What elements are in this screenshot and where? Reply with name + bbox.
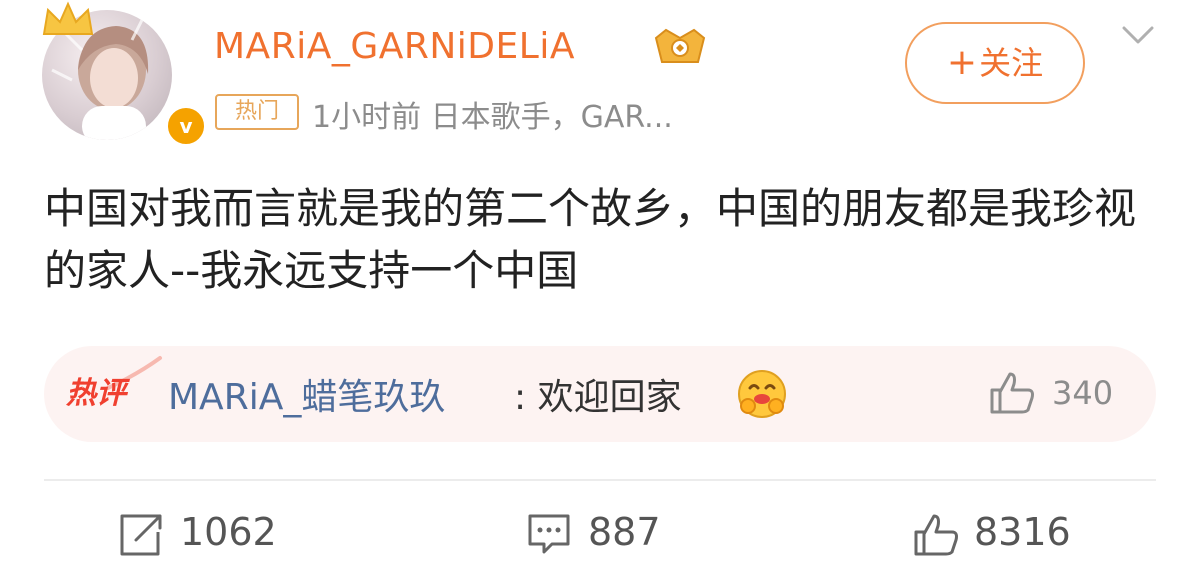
hot-comment-user[interactable]: MARiA_蜡笔玖玖 <box>168 368 445 420</box>
chevron-down-icon[interactable] <box>1118 20 1158 50</box>
plus-icon: + <box>946 42 978 83</box>
repost-button[interactable]: 1062 <box>118 506 318 562</box>
post-text: 中国对我而言就是我的第二个故乡，中国的朋友都是我珍视的家人--我永远支持一个中国 <box>44 184 1137 295</box>
like-button[interactable]: 8316 <box>912 506 1112 562</box>
hot-tag: 热门 <box>215 94 299 130</box>
hot-comment-badge: 热评 <box>66 376 126 411</box>
follow-button[interactable]: +关注 <box>905 22 1085 104</box>
comment-button[interactable]: 887 <box>526 506 686 562</box>
repost-count: 1062 <box>180 510 277 554</box>
thumbs-up-icon <box>914 514 958 556</box>
username[interactable]: MARiA_GARNiDELiA <box>214 26 575 67</box>
avatar-container[interactable]: v <box>38 1 208 148</box>
comment-icon <box>528 514 570 554</box>
post-meta: 1小时前 日本歌手，GAR... <box>312 100 673 135</box>
comment-count: 887 <box>588 510 661 554</box>
hot-comment-text: : 欢迎回家 <box>514 377 682 418</box>
verified-icon: v <box>164 104 208 148</box>
emoji-hug-icon <box>738 370 786 418</box>
vip-crown-icon <box>654 28 706 63</box>
repost-icon <box>120 514 162 556</box>
follow-label: 关注 <box>979 44 1044 82</box>
divider <box>44 479 1156 481</box>
hot-comment-like-count: 340 <box>1052 374 1114 412</box>
like-count: 8316 <box>974 510 1071 554</box>
hot-comment[interactable]: 热评 MARiA_蜡笔玖玖 : 欢迎回家 340 <box>44 346 1156 442</box>
thumbs-up-icon[interactable] <box>988 370 1036 416</box>
crown-icon <box>42 1 94 35</box>
